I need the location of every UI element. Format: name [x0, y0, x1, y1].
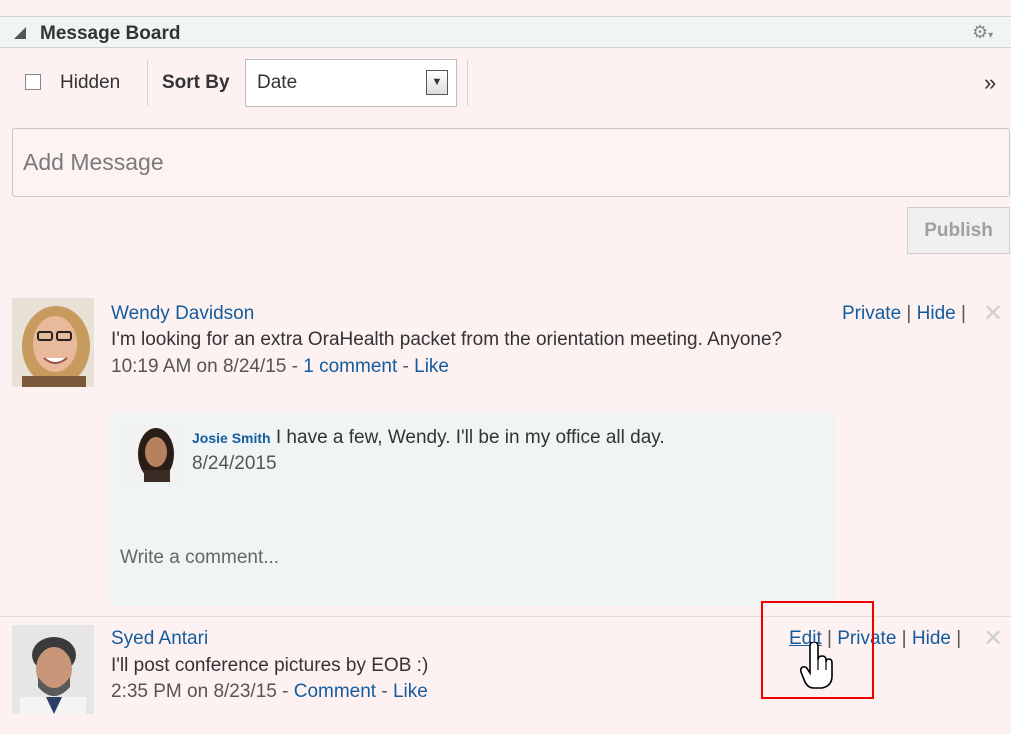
gear-icon[interactable]: ⚙▾: [972, 22, 993, 43]
write-comment-input[interactable]: Write a comment...: [120, 547, 279, 569]
sort-select-value: Date: [257, 72, 298, 93]
comment-thread: Josie Smith I have a few, Wendy. I'll be…: [110, 413, 835, 606]
private-link[interactable]: Private: [842, 303, 901, 324]
hand-cursor-icon: [799, 641, 834, 695]
separator: -: [376, 681, 393, 702]
post-timestamp: 2:35 PM on 8/23/15: [111, 681, 277, 702]
hide-link[interactable]: Hide: [912, 628, 951, 649]
hide-link[interactable]: Hide: [917, 303, 956, 324]
hidden-label: Hidden: [60, 72, 121, 93]
panel-title: Message Board: [40, 23, 181, 44]
comment-text: I have a few, Wendy. I'll be in my offic…: [275, 427, 665, 448]
post-actions: Private | Hide |: [842, 303, 966, 325]
close-icon[interactable]: ✕: [983, 299, 1003, 328]
comment-link[interactable]: Comment: [294, 681, 376, 702]
post-text: I'll post conference pictures by EOB :): [111, 655, 429, 676]
like-link[interactable]: Like: [414, 356, 449, 377]
collapse-triangle-icon[interactable]: [14, 27, 26, 39]
avatar-syed-antari[interactable]: [12, 625, 94, 714]
separator: |: [896, 628, 912, 649]
post-text: I'm looking for an extra OraHealth packe…: [111, 329, 783, 350]
separator: -: [286, 356, 304, 377]
comment-link[interactable]: 1 comment: [303, 356, 397, 377]
hidden-checkbox[interactable]: [25, 74, 41, 90]
comment: Josie Smith I have a few, Wendy. I'll be…: [192, 427, 665, 449]
add-message-input[interactable]: [12, 128, 1010, 197]
sort-select[interactable]: Date ▼: [245, 59, 457, 107]
toolbar-divider: [467, 60, 468, 106]
separator: -: [276, 681, 294, 702]
publish-button[interactable]: Publish: [907, 207, 1010, 254]
post-timestamp: 10:19 AM on 8/24/15: [111, 356, 287, 377]
separator: |: [955, 303, 966, 324]
close-icon[interactable]: ✕: [983, 624, 1003, 653]
post-meta: 10:19 AM on 8/24/15 - 1 comment - Like: [111, 356, 449, 378]
separator: |: [950, 628, 962, 649]
like-link[interactable]: Like: [393, 681, 428, 702]
post-author[interactable]: Syed Antari: [111, 628, 208, 650]
sort-by-label: Sort By: [162, 72, 230, 93]
post-meta: 2:35 PM on 8/23/15 - Comment - Like: [111, 681, 428, 703]
avatar-wendy-davidson[interactable]: [12, 298, 94, 387]
separator: |: [901, 303, 917, 324]
comment-date: 8/24/2015: [192, 453, 277, 474]
toolbar-divider: [147, 60, 148, 106]
separator: -: [397, 356, 415, 377]
panel-header: Message Board ⚙▾: [0, 16, 1011, 48]
chevron-down-icon[interactable]: ▼: [426, 70, 448, 95]
post-author[interactable]: Wendy Davidson: [111, 303, 254, 325]
comment-author[interactable]: Josie Smith: [192, 430, 271, 446]
avatar-josie-smith[interactable]: [126, 426, 182, 482]
overflow-chevrons-icon[interactable]: »: [984, 70, 996, 96]
